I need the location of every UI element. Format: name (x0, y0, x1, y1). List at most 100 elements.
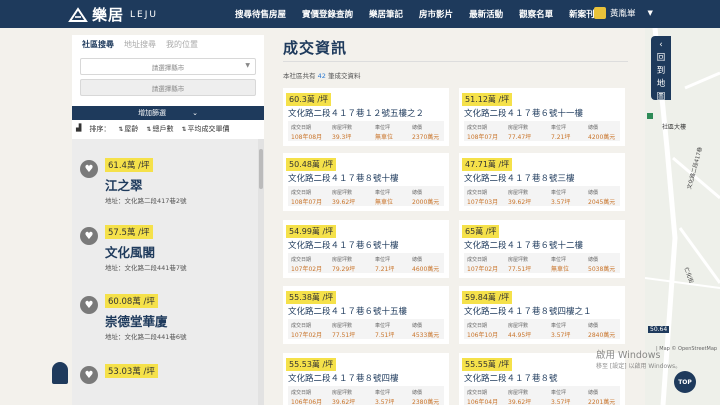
nav-videos[interactable]: 房市影片 (411, 8, 461, 20)
deal-area: 77.51坪 (508, 266, 532, 273)
deal-unit-price: 60.3萬 /坪 (286, 93, 332, 106)
community-name[interactable]: 崇德堂華廈 (105, 311, 168, 330)
deal-field-label: 車位坪 (375, 390, 391, 396)
deal-date: 107年02月 (291, 332, 323, 339)
deal-card[interactable]: 65萬 /坪 文化路二段４１７巷６號十二樓 成交日期 107年02月 房屋坪數 77.51… (459, 220, 625, 278)
back-to-map-tab[interactable]: ‹ 回 到 地 圖 (651, 36, 671, 102)
deal-unit-price: 65萬 /坪 (462, 225, 500, 238)
deal-card[interactable]: 51.12萬 /坪 文化路二段４１７巷６號十一樓 成交日期 108年07月 房屋坪數 77… (459, 88, 625, 146)
deal-details: 成交日期 107年02月 房屋坪數 77.51坪 車位坪 無車位 總價 5038萬元 (464, 253, 620, 273)
deal-field-label: 車位坪 (551, 190, 567, 196)
leju-logo[interactable]: 樂居 LEJU (68, 4, 158, 25)
deal-details: 成交日期 107年02月 房屋坪數 79.29坪 車位坪 7.21坪 總價 4600萬元 (288, 253, 444, 273)
user-name: 黃胤崋 (610, 9, 636, 19)
deal-area: 39.62坪 (508, 199, 532, 206)
scroll-thumb[interactable] (259, 149, 263, 189)
list-item[interactable]: ♥ 61.4萬 /坪 江之翠 地址：文化路二段417巷2號 (72, 153, 256, 219)
sort-by-households[interactable]: 總戶數 (146, 124, 173, 134)
deal-field-label: 總價 (588, 125, 599, 131)
deal-date: 108年07月 (291, 199, 323, 206)
deal-card[interactable]: 50.48萬 /坪 文化路二段４１７巷８號十樓成交日期 108年07月 房屋坪數 39.… (283, 153, 449, 211)
nav-search-listings[interactable]: 搜尋待售房屋 (227, 8, 294, 20)
sort-by-age[interactable]: 屋齡 (118, 124, 138, 134)
deal-address[interactable]: 文化路二段４１７巷１２號五樓之２ (288, 107, 424, 119)
deal-date: 107年03月 (467, 199, 499, 206)
deal-address[interactable]: 文化路二段４１７巷６號十樓 (288, 239, 399, 251)
deal-area: 44.95坪 (508, 332, 532, 339)
heart-icon[interactable]: ♥ (80, 366, 98, 384)
deal-card[interactable]: 55.38萬 /坪 文化路二段４１７巷６號十五樓 成交日期 107年02月 房屋坪數 77… (283, 286, 449, 344)
deal-details: 成交日期 108年07月 房屋坪數 77.47坪 車位坪 7.21坪 總價 4200萬元 (464, 121, 620, 141)
deal-card[interactable]: 55.53萬 /坪 文化路二段４１７巷８號四樓 成交日期 106年06月 房屋坪數 39.… (283, 353, 449, 405)
deal-total: 5038萬元 (588, 266, 616, 273)
nav-watchlist[interactable]: 觀察名單 (511, 8, 561, 20)
heart-icon[interactable]: ♥ (80, 160, 98, 178)
nav-price-registry[interactable]: 實價登錄查詢 (294, 8, 361, 20)
city-select[interactable]: 請選擇縣市 ▼ (80, 58, 256, 75)
deal-field-label: 房屋坪數 (508, 390, 529, 396)
deal-address[interactable]: 文化路二段４１７巷８號三樓 (464, 172, 575, 184)
city-select-label: 請選擇縣市 (151, 63, 185, 72)
deal-card[interactable]: 47.71萬 /坪 文化路二段４１７巷８號三樓 成交日期 107年03月 房屋坪數 39.… (459, 153, 625, 211)
deal-card[interactable]: 60.3萬 /坪 文化路二段４１７巷１２號五樓之２ 成交日期 108年08月 房屋坪數 3… (283, 88, 449, 146)
deal-card[interactable]: 54.99萬 /坪 文化路二段４１７巷６號十樓 成交日期 107年02月 房屋坪數 79.… (283, 220, 449, 278)
deal-field-label: 成交日期 (467, 125, 488, 131)
deal-area: 79.29坪 (332, 266, 356, 273)
deal-field-label: 成交日期 (467, 257, 488, 263)
deal-field-label: 成交日期 (291, 190, 312, 196)
deal-unit-price: 50.48萬 /坪 (286, 158, 337, 171)
deal-unit-price: 55.38萬 /坪 (286, 291, 337, 304)
deal-count-number: 42 (317, 72, 326, 80)
deal-address[interactable]: 文化路二段４１７巷８號 (464, 372, 558, 384)
deal-details: 成交日期 108年08月 房屋坪數 39.3坪 車位坪 無車位 總價 2370萬元 (288, 121, 444, 141)
deal-area: 39.62坪 (332, 199, 356, 206)
back-to-top-button[interactable]: TOP (674, 371, 696, 393)
deal-address[interactable]: 文化路二段４１７巷６號十二樓 (464, 239, 583, 251)
deal-parking: 7.51坪 (375, 332, 395, 339)
deal-unit-price: 55.53萬 /坪 (286, 358, 337, 371)
map-marker-icon[interactable] (52, 362, 68, 384)
deal-parking: 無車位 (375, 134, 394, 141)
nav-notes[interactable]: 樂居筆記 (361, 8, 411, 20)
divider (283, 61, 628, 62)
community-name[interactable]: 江之翠 (105, 175, 143, 194)
deal-field-label: 車位坪 (375, 323, 391, 329)
list-scrollbar[interactable] (258, 139, 264, 405)
list-item[interactable]: ♥ 57.5萬 /坪 文化風閣 地址：文化路二段441巷7號 (72, 220, 256, 286)
deal-address[interactable]: 文化路二段４１７巷６號十一樓 (464, 107, 583, 119)
heart-icon[interactable]: ♥ (80, 296, 98, 314)
deal-field-label: 房屋坪數 (332, 257, 353, 263)
deal-address[interactable]: 文化路二段４１７巷８號四樓 (288, 372, 399, 384)
deal-field-label: 房屋坪數 (332, 190, 353, 196)
tab-my-location[interactable]: 我的位置 (166, 39, 198, 50)
deal-address[interactable]: 文化路二段４１７巷８號十樓 (288, 172, 399, 184)
deal-parking: 3.57坪 (551, 332, 571, 339)
deal-field-label: 成交日期 (291, 257, 312, 263)
community-name[interactable]: 文化風閣 (105, 242, 155, 261)
nav-events[interactable]: 最新活動 (461, 8, 511, 20)
deal-details: 成交日期 108年07月 房屋坪數 39.62坪 車位坪 無車位 總價 2000萬元 (288, 186, 444, 206)
deal-field-label: 總價 (588, 190, 599, 196)
map-marker-label: 50.64 (648, 326, 670, 333)
sort-by-unit-price[interactable]: 平均成交單價 (181, 124, 229, 134)
district-select[interactable]: 請選擇縣市 (80, 79, 256, 96)
deal-date: 107年02月 (467, 266, 499, 273)
list-item[interactable]: ♥ 60.08萬 /坪 崇德堂華廈 地址：文化路二段441巷6號 (72, 289, 256, 355)
deal-field-label: 車位坪 (551, 323, 567, 329)
deal-total: 2201萬元 (588, 399, 616, 405)
heart-icon[interactable]: ♥ (80, 227, 98, 245)
deal-total: 2840萬元 (588, 332, 616, 339)
list-item[interactable]: ♥ 53.03萬 /坪 (72, 359, 256, 405)
deals-panel: 成交資訊 本社區共有 42 筆成交資料 60.3萬 /坪 文化路二段４１７巷１２號… (271, 28, 645, 405)
deal-address[interactable]: 文化路二段４１７巷８號四樓之１ (464, 305, 592, 317)
tab-address-search[interactable]: 地址搜尋 (124, 39, 156, 50)
deal-field-label: 成交日期 (467, 190, 488, 196)
search-tabs: 社區搜尋 地址搜尋 我的位置 (72, 35, 264, 54)
deal-card[interactable]: 59.84萬 /坪 文化路二段４１７巷８號四樓之１ 成交日期 106年10月 房屋坪數 4… (459, 286, 625, 344)
tab-community-search[interactable]: 社區搜尋 (82, 39, 114, 50)
add-filter-button[interactable]: 增加篩選 ⌄ (72, 106, 264, 120)
deal-address[interactable]: 文化路二段４１７巷６號十五樓 (288, 305, 407, 317)
windows-activation-watermark: 啟用 Windows 移至 [設定] 以啟用 Windows。 (596, 347, 681, 370)
user-menu[interactable]: 黃胤崋 ▼ (594, 7, 653, 19)
avatar (594, 7, 606, 19)
